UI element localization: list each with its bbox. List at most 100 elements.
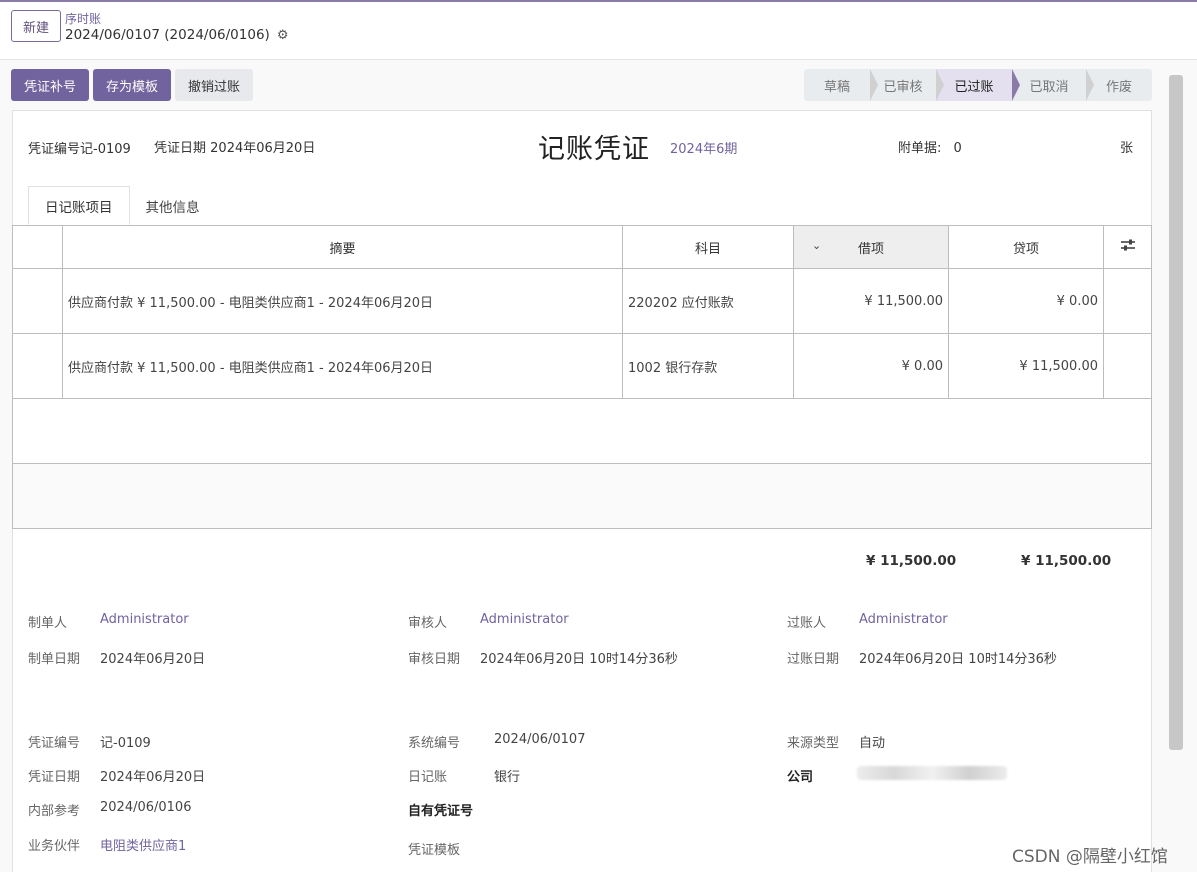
post-date-label: 过账日期: [787, 652, 840, 667]
status-label: 作废: [1105, 79, 1132, 95]
voucher-no-label: 凭证编号: [28, 736, 81, 751]
status-reviewed[interactable]: 已审核: [870, 69, 944, 101]
preparer-value[interactable]: Administrator: [100, 612, 189, 627]
journal-field[interactable]: 银行: [494, 766, 520, 785]
voucher-date-label: 凭证日期: [154, 141, 207, 156]
reviewer-label: 审核人: [408, 616, 448, 631]
control-panel: 新建 序时账 2024/06/0107 (2024/06/0106) ⚙: [0, 2, 1197, 60]
status-separator: [1086, 69, 1094, 101]
total-credit: ¥ 11,500.00: [1021, 553, 1112, 569]
empty-row-cell[interactable]: [12, 398, 1152, 464]
cell-memo[interactable]: 供应商付款 ¥ 11,500.00 - 电阻类供应商1 - 2024年06月20…: [62, 333, 623, 399]
voucher-number-label: 凭证编号: [28, 142, 81, 157]
internal-ref-label: 内部参考: [28, 804, 81, 819]
column-options[interactable]: [1103, 225, 1152, 269]
source-type-label: 来源类型: [787, 736, 840, 751]
internal-ref-field[interactable]: 2024/06/0106: [100, 800, 191, 815]
voucher-no-field[interactable]: 记-0109: [100, 732, 151, 751]
empty-row[interactable]: [12, 398, 1152, 464]
empty-row-cell[interactable]: [12, 463, 1152, 529]
status-label: 草稿: [823, 79, 850, 95]
scrollbar[interactable]: [1169, 75, 1183, 750]
template-label: 凭证模板: [408, 843, 461, 858]
cell-account[interactable]: 220202 应付账款: [622, 268, 794, 334]
status-label: 已过账: [954, 79, 994, 95]
journal-lines-table: 摘要 科目 ⌄ 借项 贷项 供应商付款 ¥ 11,500.00 - 电阻类供应商…: [12, 225, 1152, 529]
status-cancelled[interactable]: 已取消: [1012, 69, 1094, 101]
row-handle: [12, 333, 63, 399]
breadcrumb-parent[interactable]: 序时账: [65, 10, 101, 27]
attachments-unit: 张: [1120, 141, 1134, 156]
attachments-label: 附单据:: [898, 141, 942, 156]
voucher-number: 凭证编号记-0109: [28, 138, 131, 157]
system-no-label: 系统编号: [408, 736, 461, 751]
tab-other-info[interactable]: 其他信息: [130, 186, 216, 225]
status-draft[interactable]: 草稿: [804, 69, 878, 101]
attachments-count[interactable]: 0: [954, 141, 962, 156]
cell-account[interactable]: 1002 银行存款: [622, 333, 794, 399]
voucher-date-field[interactable]: 2024年06月20日: [100, 766, 205, 785]
table-header-row: 摘要 科目 ⌄ 借项 贷项: [12, 225, 1152, 269]
voucher-date-value[interactable]: 2024年06月20日: [210, 141, 315, 156]
cell-credit[interactable]: ¥ 0.00: [948, 268, 1104, 334]
system-no-field: 2024/06/0107: [494, 732, 586, 747]
post-date-value: 2024年06月20日 10时14分36秒: [859, 652, 1057, 667]
journal-label: 日记账: [408, 770, 448, 785]
column-header-debit-label: 借项: [857, 241, 884, 257]
company-label: 公司: [787, 770, 814, 785]
action-bar: 凭证补号 存为模板 撤销过账: [11, 69, 253, 101]
voucher-title: 记账凭证: [538, 134, 650, 165]
status-posted[interactable]: 已过账: [936, 69, 1020, 101]
poster-value[interactable]: Administrator: [859, 612, 948, 627]
total-debit: ¥ 11,500.00: [866, 553, 957, 569]
save-template-button[interactable]: 存为模板: [93, 69, 171, 101]
cell-credit[interactable]: ¥ 11,500.00: [948, 333, 1104, 399]
notebook-tabs: 日记账项目 其他信息: [28, 186, 216, 225]
poster-label: 过账人: [787, 616, 827, 631]
cell-memo[interactable]: 供应商付款 ¥ 11,500.00 - 电阻类供应商1 - 2024年06月20…: [62, 268, 623, 334]
column-header-memo[interactable]: 摘要: [62, 225, 623, 269]
status-label: 已审核: [883, 79, 923, 95]
voucher-date-field-label: 凭证日期: [28, 770, 81, 785]
voucher-number-value: 记-0109: [80, 142, 131, 157]
status-label: 已取消: [1029, 79, 1069, 95]
row-handle-header: [12, 225, 63, 269]
chevron-down-icon: ⌄: [812, 239, 822, 252]
unpost-button[interactable]: 撤销过账: [175, 69, 253, 101]
table-row[interactable]: 供应商付款 ¥ 11,500.00 - 电阻类供应商1 - 2024年06月20…: [12, 268, 1152, 334]
review-date-label: 审核日期: [408, 652, 461, 667]
status-void[interactable]: 作废: [1086, 69, 1152, 101]
gear-icon[interactable]: ⚙: [277, 28, 289, 43]
period-link[interactable]: 2024年6期: [670, 138, 737, 157]
status-bar: 草稿 已审核 已过账 已取消 作废: [804, 69, 1152, 101]
column-header-debit[interactable]: ⌄ 借项: [793, 225, 949, 269]
cell-debit[interactable]: ¥ 11,500.00: [793, 268, 949, 334]
watermark: CSDN @隔壁小红馆: [1012, 847, 1168, 867]
cell-options: [1103, 268, 1152, 334]
attachments: 附单据: 0: [898, 137, 962, 156]
cell-debit[interactable]: ¥ 0.00: [793, 333, 949, 399]
table-row[interactable]: 供应商付款 ¥ 11,500.00 - 电阻类供应商1 - 2024年06月20…: [12, 333, 1152, 399]
new-button[interactable]: 新建: [11, 10, 61, 42]
reviewer-value[interactable]: Administrator: [480, 612, 569, 627]
partner-field[interactable]: 电阻类供应商1: [100, 835, 186, 854]
source-type-field: 自动: [859, 736, 886, 751]
breadcrumb-current-label: 2024/06/0107 (2024/06/0106): [65, 27, 270, 43]
status-separator: [936, 69, 944, 101]
preparer-label: 制单人: [28, 616, 68, 631]
review-date-value: 2024年06月20日 10时14分36秒: [480, 652, 678, 667]
own-voucher-label: 自有凭证号: [408, 804, 474, 819]
cell-options: [1103, 333, 1152, 399]
row-handle: [12, 268, 63, 334]
breadcrumb-current: 2024/06/0107 (2024/06/0106) ⚙: [65, 27, 288, 43]
tab-journal-items[interactable]: 日记账项目: [28, 186, 130, 225]
empty-row[interactable]: [12, 463, 1152, 529]
column-header-credit[interactable]: 贷项: [948, 225, 1104, 269]
status-separator: [1012, 69, 1020, 101]
voucher-date: 凭证日期 2024年06月20日: [154, 137, 315, 156]
company-field-redacted[interactable]: [857, 766, 1007, 780]
renumber-button[interactable]: 凭证补号: [11, 69, 89, 101]
prep-date-label: 制单日期: [28, 652, 81, 667]
column-header-account[interactable]: 科目: [622, 225, 794, 269]
partner-label: 业务伙伴: [28, 839, 81, 854]
